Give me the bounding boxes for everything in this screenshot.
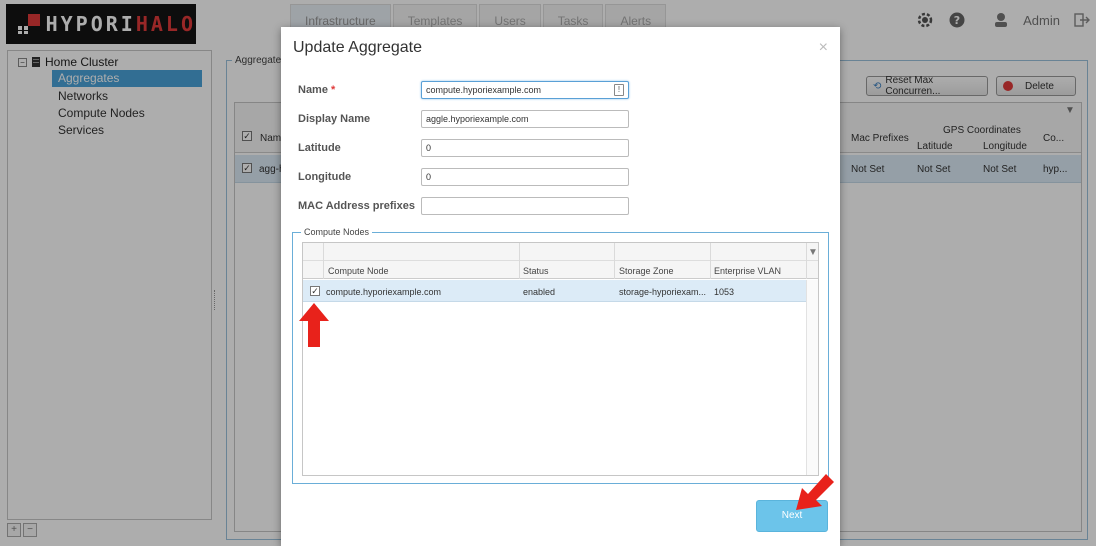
- required-marker: *: [331, 84, 336, 96]
- name-field[interactable]: compute.hyporiexample.com !: [421, 81, 629, 99]
- longitude-field[interactable]: 0: [421, 168, 629, 186]
- up-arrow-annotation: [299, 303, 329, 347]
- cell-vlan: 1053: [714, 287, 735, 297]
- grid-header-top: [303, 243, 818, 261]
- field-info-icon: !: [614, 84, 624, 96]
- compute-node-checkbox[interactable]: ✓: [310, 286, 320, 296]
- column-divider: [806, 243, 807, 279]
- dialog-title: Update Aggregate: [293, 39, 422, 56]
- latitude-label: Latitude: [298, 142, 341, 154]
- compute-nodes-legend: Compute Nodes: [301, 227, 373, 237]
- column-divider: [323, 243, 324, 279]
- col-status[interactable]: Status: [523, 266, 549, 276]
- diagonal-arrow-annotation: [796, 474, 834, 510]
- close-icon[interactable]: ×: [819, 39, 828, 57]
- mac-prefixes-label: MAC Address prefixes: [298, 200, 415, 212]
- cell-status: enabled: [523, 287, 556, 297]
- column-divider: [519, 243, 520, 279]
- display-name-label: Display Name: [298, 113, 371, 125]
- mac-prefixes-field[interactable]: [421, 197, 629, 215]
- name-label: Name *: [298, 84, 336, 96]
- col-storage-zone[interactable]: Storage Zone: [619, 266, 674, 276]
- column-divider: [614, 243, 615, 279]
- display-name-field[interactable]: aggle.hyporiexample.com: [421, 110, 629, 128]
- update-aggregate-dialog: Update Aggregate × Name * compute.hypori…: [281, 27, 840, 546]
- column-divider: [710, 243, 711, 279]
- col-enterprise-vlan[interactable]: Enterprise VLAN: [714, 266, 781, 276]
- cell-storage-zone: storage-hyporiexam...: [619, 287, 707, 297]
- col-compute-node[interactable]: Compute Node: [328, 266, 389, 276]
- filter-icon[interactable]: ▼: [808, 247, 818, 258]
- latitude-field[interactable]: 0: [421, 139, 629, 157]
- grid-scrollbar[interactable]: [806, 280, 818, 475]
- cell-compute-node: compute.hyporiexample.com: [326, 287, 442, 297]
- compute-nodes-grid: ▼ Compute Node Status Storage Zone Enter…: [302, 242, 819, 476]
- longitude-label: Longitude: [298, 171, 352, 183]
